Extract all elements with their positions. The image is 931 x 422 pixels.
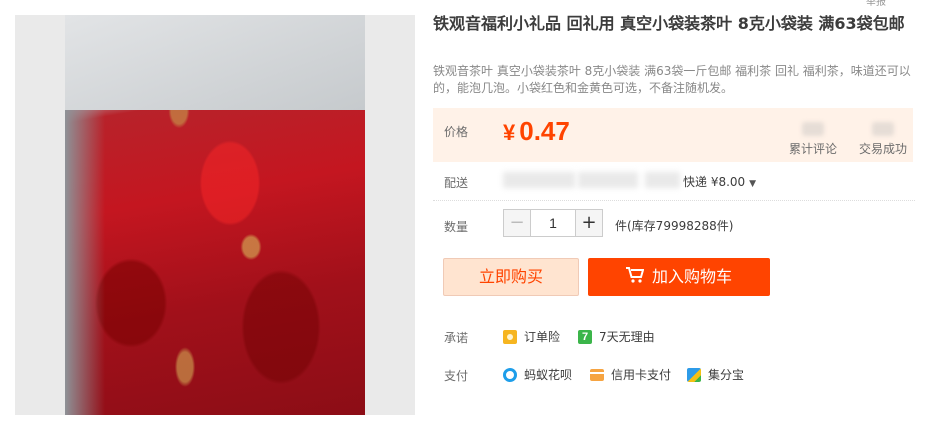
ship-destination-blurred[interactable] [578,172,638,188]
buy-now-button[interactable]: 立即购买 [443,258,579,296]
quantity-stepper: − 1 + [503,209,603,237]
product-title: 铁观音福利小礼品 回礼用 真空小袋装茶叶 8克小袋装 满63袋包邮 [433,14,905,33]
huabei-icon [503,367,517,382]
product-gallery [15,15,415,415]
payment-credit-card[interactable]: 信用卡支付 [590,366,671,383]
quantity-decrease-button[interactable]: − [503,209,531,237]
price-number: 0.47 [519,116,570,146]
promise-seven-day-return[interactable]: 7 7天无理由 [578,328,655,345]
quantity-input[interactable]: 1 [531,209,575,237]
seven-day-icon: 7 [578,329,592,344]
payment-huabei[interactable]: 蚂蚁花呗 [503,366,572,383]
sales-count-blurred [872,122,894,136]
sales-count-label: 交易成功 [858,142,907,156]
payment-credit-card-label: 信用卡支付 [611,368,672,382]
shipping-fee-selector[interactable]: 快递 ¥8.00 ▼ [683,173,756,190]
promise-seven-day-label: 7天无理由 [599,330,655,344]
shipping-label: 配送 [444,176,469,190]
ship-region-blurred [645,172,680,188]
review-count-label: 累计评论 [788,142,837,156]
image-shadow [65,110,105,415]
add-to-cart-button[interactable]: 加入购物车 [588,258,770,296]
image-background-wall [65,15,365,110]
product-main-image[interactable] [65,15,365,415]
section-divider [433,200,915,202]
ship-origin-blurred [503,172,575,188]
shipping-fee: 快递 ¥8.00 [683,175,746,189]
add-to-cart-label: 加入购物车 [651,267,732,286]
currency-symbol: ¥ [503,120,516,145]
payment-jifenbao-label: 集分宝 [708,368,745,382]
promise-order-insurance[interactable]: 订单险 [503,328,560,345]
sales-count-stat: 交易成功 [853,122,913,157]
credit-card-icon [590,368,604,381]
payment-label: 支付 [444,369,469,383]
insurance-shield-icon [503,329,517,344]
payment-jifenbao[interactable]: 集分宝 [687,366,744,383]
report-link[interactable]: 举报 [866,0,886,8]
stock-text: 件(库存79998288件) [615,219,734,233]
product-subtitle: 铁观音茶叶 真空小袋装茶叶 8克小袋装 满63袋一斤包邮 福利茶 回礼 福利茶，… [433,64,911,95]
price-panel: 价格 ¥0.47 累计评论 交易成功 [433,108,913,162]
jifenbao-icon [687,367,701,382]
quantity-increase-button[interactable]: + [575,209,603,237]
review-count-blurred [802,122,824,136]
promise-label: 承诺 [444,331,469,345]
cart-icon [625,259,645,297]
review-count-stat[interactable]: 累计评论 [778,122,848,157]
price-value: ¥0.47 [503,116,570,147]
payment-huabei-label: 蚂蚁花呗 [524,368,573,382]
promise-order-insurance-label: 订单险 [524,330,561,344]
price-label: 价格 [444,125,469,139]
caret-down-icon: ▼ [749,179,757,189]
quantity-label: 数量 [444,220,469,234]
